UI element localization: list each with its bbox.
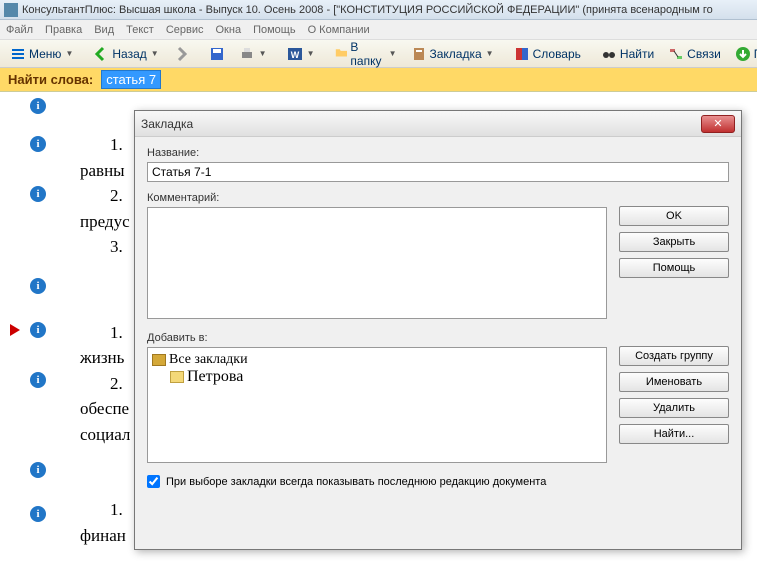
menu-windows[interactable]: Окна xyxy=(216,24,242,36)
tree-child[interactable]: Петрова xyxy=(170,368,602,386)
toolbar: Меню ▼ Назад ▼ ▼ W ▼ В папку ▼ Закладка … xyxy=(0,40,757,68)
menu-about[interactable]: О Компании xyxy=(308,24,370,36)
arrow-down-icon xyxy=(735,46,751,62)
forward-button[interactable] xyxy=(167,43,195,65)
flag-icon[interactable] xyxy=(10,324,20,336)
dictionary-button[interactable]: Словарь xyxy=(508,43,587,65)
find-bookmark-button[interactable]: Найти... xyxy=(619,424,729,444)
find-button[interactable]: Найти xyxy=(595,43,660,65)
menu-help[interactable]: Помощь xyxy=(253,24,296,36)
menu-button[interactable]: Меню ▼ xyxy=(4,43,79,65)
rename-button[interactable]: Именовать xyxy=(619,372,729,392)
window-title: КонсультантПлюс: Высшая школа - Выпуск 1… xyxy=(22,4,713,16)
print-icon xyxy=(239,46,255,62)
svg-text:W: W xyxy=(290,50,299,60)
close-dialog-button[interactable]: Закрыть xyxy=(619,232,729,252)
app-icon xyxy=(4,3,18,17)
back-button[interactable]: Назад ▼ xyxy=(87,43,164,65)
menu-icon xyxy=(10,46,26,62)
save-button[interactable] xyxy=(203,43,231,65)
addto-label: Добавить в: xyxy=(147,332,607,344)
save-icon xyxy=(209,46,225,62)
info-icon[interactable]: i xyxy=(30,322,46,338)
chevron-down-icon: ▼ xyxy=(486,49,494,58)
find-bar: Найти слова: xyxy=(0,68,757,92)
info-icon[interactable]: i xyxy=(30,506,46,522)
links-button[interactable]: Связи xyxy=(662,43,727,65)
folder-open-icon xyxy=(170,371,184,383)
bookmark-button[interactable]: Закладка ▼ xyxy=(405,43,500,65)
tree-root[interactable]: Все закладки xyxy=(152,352,602,368)
info-icon[interactable]: i xyxy=(30,462,46,478)
chevron-down-icon: ▼ xyxy=(307,49,315,58)
ok-button[interactable]: OK xyxy=(619,206,729,226)
chevron-down-icon: ▼ xyxy=(389,49,397,58)
bookmark-icon xyxy=(411,46,427,62)
help-button[interactable]: Помощь xyxy=(619,258,729,278)
bookmark-dialog: Закладка ✕ Название: Комментарий: OK Зак… xyxy=(134,110,742,550)
close-button[interactable]: ✕ xyxy=(701,115,735,133)
word-icon: W xyxy=(287,46,303,62)
delete-button[interactable]: Удалить xyxy=(619,398,729,418)
show-latest-checkbox[interactable] xyxy=(147,475,160,488)
info-icon[interactable]: i xyxy=(30,372,46,388)
dialog-titlebar: Закладка ✕ xyxy=(135,111,741,137)
menu-text[interactable]: Текст xyxy=(126,24,154,36)
links-icon xyxy=(668,46,684,62)
binoculars-icon xyxy=(601,46,617,62)
print-button[interactable]: ▼ xyxy=(233,43,273,65)
find-input[interactable] xyxy=(101,70,161,89)
folder-button[interactable]: В папку ▼ xyxy=(329,37,403,71)
menu-edit[interactable]: Правка xyxy=(45,24,82,36)
word-button[interactable]: W ▼ xyxy=(281,43,321,65)
info-icon[interactable]: i xyxy=(30,136,46,152)
chevron-down-icon: ▼ xyxy=(65,49,73,58)
folder-icon xyxy=(335,46,348,62)
checkbox-label: При выборе закладки всегда показывать по… xyxy=(166,476,546,488)
back-icon xyxy=(93,46,109,62)
comment-textarea[interactable] xyxy=(147,207,607,319)
menu-view[interactable]: Вид xyxy=(94,24,114,36)
folder-icon xyxy=(152,354,166,366)
menu-file[interactable]: Файл xyxy=(6,24,33,36)
info-icon[interactable]: i xyxy=(30,186,46,202)
find-label: Найти слова: xyxy=(8,72,93,87)
chevron-down-icon: ▼ xyxy=(151,49,159,58)
dialog-title: Закладка xyxy=(141,117,193,131)
comment-label: Комментарий: xyxy=(147,192,607,204)
po-button[interactable]: По xyxy=(729,43,757,65)
chevron-down-icon: ▼ xyxy=(259,49,267,58)
info-icon[interactable]: i xyxy=(30,98,46,114)
create-group-button[interactable]: Создать группу xyxy=(619,346,729,366)
title-bar: КонсультантПлюс: Высшая школа - Выпуск 1… xyxy=(0,0,757,20)
dictionary-icon xyxy=(514,46,530,62)
name-input[interactable] xyxy=(147,162,729,182)
forward-icon xyxy=(173,46,189,62)
info-icon[interactable]: i xyxy=(30,278,46,294)
name-label: Название: xyxy=(147,147,729,159)
folder-tree[interactable]: Все закладки Петрова xyxy=(147,347,607,463)
menu-service[interactable]: Сервис xyxy=(166,24,204,36)
